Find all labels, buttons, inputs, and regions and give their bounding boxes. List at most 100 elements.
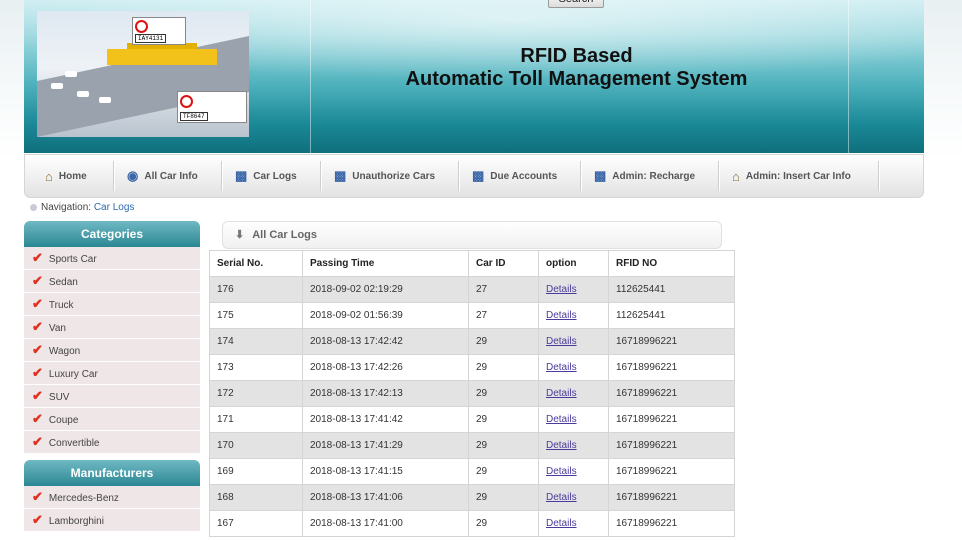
category-label: Truck (48, 300, 74, 311)
passing-time-cell: 2018-08-13 17:41:06 (302, 484, 469, 511)
panel-header: ⬇ All Car Logs (222, 221, 722, 249)
table-row: 176 2018-09-02 02:19:29 27 Details 11262… (209, 276, 735, 303)
banner-car (65, 71, 77, 77)
car-id-cell: 29 (468, 458, 539, 485)
column-header: Car ID (468, 250, 539, 277)
nav-separator (580, 161, 581, 191)
nav-unauthorize-cars[interactable]: ▩ Unauthorize Cars (334, 155, 435, 197)
categories-heading: Categories (24, 221, 200, 247)
category-item[interactable]: ✔ Sports Car (24, 247, 200, 270)
car-icon: ▩ (334, 168, 347, 183)
details-link[interactable]: Details (546, 518, 577, 529)
breadcrumb-link-car-logs[interactable]: Car Logs (94, 202, 135, 213)
passing-time-cell: 2018-08-13 17:41:15 (302, 458, 469, 485)
nav-label: All Car Info (144, 170, 198, 182)
car-id-cell: 29 (468, 354, 539, 381)
car-logs-table: Serial No. Passing Time Car ID option RF… (209, 250, 735, 537)
details-link[interactable]: Details (546, 284, 577, 295)
check-icon: ✔ (32, 296, 43, 311)
nav-admin-recharge[interactable]: ▩ Admin: Recharge (594, 155, 695, 197)
car-id-cell: 29 (468, 510, 539, 537)
details-link[interactable]: Details (546, 388, 577, 399)
nav-home[interactable]: ⌂ Home (45, 155, 87, 197)
passing-time-cell: 2018-08-13 17:41:42 (302, 406, 469, 433)
category-item[interactable]: ✔ Van (24, 316, 200, 339)
category-item[interactable]: ✔ Coupe (24, 408, 200, 431)
home-icon: ⌂ (45, 168, 53, 184)
panel-title: All Car Logs (252, 229, 318, 241)
passing-time-cell: 2018-09-02 01:56:39 (302, 302, 469, 329)
manufacturer-label: Lamborghini (48, 516, 104, 527)
category-label: Coupe (48, 415, 79, 426)
rfid-cell: 16718996221 (608, 484, 735, 511)
home-icon: ⌂ (732, 168, 740, 184)
serial-cell: 172 (209, 380, 303, 407)
table-row: 171 2018-08-13 17:41:42 29 Details 16718… (209, 406, 735, 433)
banner-plaza (107, 49, 217, 65)
check-icon: ✔ (32, 319, 43, 334)
option-cell: Details (538, 432, 609, 459)
details-link[interactable]: Details (546, 414, 577, 425)
table-row: 172 2018-08-13 17:42:13 29 Details 16718… (209, 380, 735, 407)
category-item[interactable]: ✔ Convertible (24, 431, 200, 454)
rfid-cell: 16718996221 (608, 510, 735, 537)
car-icon: ▩ (594, 168, 607, 183)
option-cell: Details (538, 458, 609, 485)
category-item[interactable]: ✔ Luxury Car (24, 362, 200, 385)
details-link[interactable]: Details (546, 310, 577, 321)
globe-icon: ◉ (127, 168, 139, 183)
nav-label: Due Accounts (490, 170, 558, 182)
rfid-cell: 16718996221 (608, 458, 735, 485)
car-icon: ▩ (235, 168, 248, 183)
rfid-cell: 112625441 (608, 276, 735, 303)
nav-admin-insert-car-info[interactable]: ⌂ Admin: Insert Car Info (732, 155, 851, 197)
passing-time-cell: 2018-08-13 17:42:26 (302, 354, 469, 381)
check-icon: ✔ (32, 512, 43, 527)
manufacturer-label: Mercedes-Benz (48, 493, 119, 504)
option-cell: Details (538, 406, 609, 433)
category-label: Sports Car (48, 254, 97, 265)
category-item[interactable]: ✔ SUV (24, 385, 200, 408)
category-item[interactable]: ✔ Sedan (24, 270, 200, 293)
car-id-cell: 27 (468, 276, 539, 303)
no-entry-icon (180, 95, 193, 108)
check-icon: ✔ (32, 342, 43, 357)
no-entry-icon (135, 20, 148, 33)
category-label: SUV (48, 392, 70, 403)
page-background-left (0, 0, 24, 160)
details-link[interactable]: Details (546, 362, 577, 373)
serial-cell: 169 (209, 458, 303, 485)
nav-all-car-info[interactable]: ◉ All Car Info (127, 155, 198, 197)
car-id-cell: 29 (468, 380, 539, 407)
rfid-cell: 16718996221 (608, 406, 735, 433)
check-icon: ✔ (32, 434, 43, 449)
title-line-2: Automatic Toll Management System (405, 68, 748, 90)
manufacturer-item[interactable]: ✔ Mercedes-Benz (24, 486, 200, 509)
nav-label: Admin: Insert Car Info (745, 170, 851, 182)
category-label: Luxury Car (48, 369, 98, 380)
search-button[interactable]: Search (548, 0, 604, 8)
category-item[interactable]: ✔ Truck (24, 293, 200, 316)
column-header: option (538, 250, 609, 277)
nav-due-accounts[interactable]: ▩ Due Accounts (472, 155, 557, 197)
option-cell: Details (538, 354, 609, 381)
passing-time-cell: 2018-09-02 02:19:29 (302, 276, 469, 303)
column-header: Serial No. (209, 250, 303, 277)
nav-car-logs[interactable]: ▩ Car Logs (235, 155, 297, 197)
details-link[interactable]: Details (546, 466, 577, 477)
category-item[interactable]: ✔ Wagon (24, 339, 200, 362)
nav-separator (458, 161, 459, 191)
serial-cell: 176 (209, 276, 303, 303)
passing-time-cell: 2018-08-13 17:42:42 (302, 328, 469, 355)
rfid-cell: 16718996221 (608, 328, 735, 355)
banner-car (77, 91, 89, 97)
title-line-1: RFID Based (520, 45, 633, 67)
details-link[interactable]: Details (546, 336, 577, 347)
details-link[interactable]: Details (546, 440, 577, 451)
details-link[interactable]: Details (546, 492, 577, 503)
banner-plate-bottom: TF8647 (180, 112, 208, 121)
manufacturer-item[interactable]: ✔ Lamborghini (24, 509, 200, 532)
serial-cell: 174 (209, 328, 303, 355)
page-title: RFID Based Automatic Toll Management Sys… (324, 45, 829, 91)
rfid-cell: 16718996221 (608, 432, 735, 459)
